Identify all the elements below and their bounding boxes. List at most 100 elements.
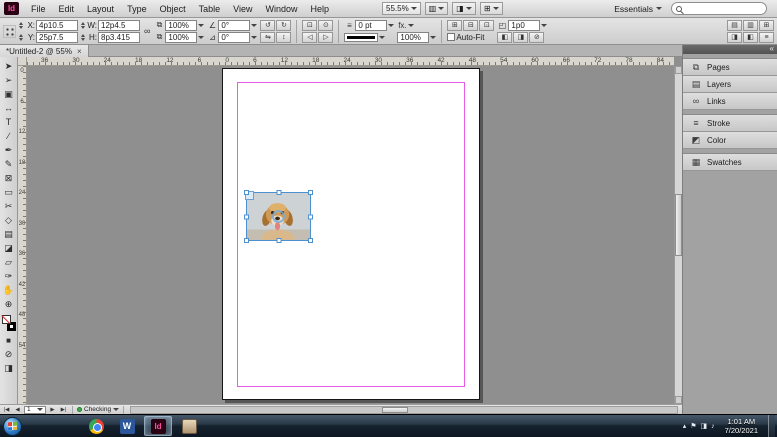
wrap-jump-button[interactable]: ⊘ — [529, 31, 545, 43]
align-panel-button[interactable]: ▤ — [727, 19, 742, 31]
reference-point-proxy[interactable] — [3, 24, 16, 38]
panel-button-color[interactable]: ◩ Color — [683, 132, 777, 149]
search-input[interactable] — [671, 2, 767, 15]
effects-fx-icon[interactable]: fx. — [397, 21, 407, 30]
menu-view[interactable]: View — [227, 2, 258, 16]
horizontal-scrollbar[interactable] — [130, 405, 678, 414]
distribute-button[interactable]: ▥ — [743, 19, 758, 31]
show-hidden-icons[interactable]: ▴ — [683, 422, 687, 430]
select-content-button[interactable]: ⊙ — [318, 19, 334, 31]
scale-y-field[interactable]: 100% — [165, 31, 198, 43]
scroll-down-arrow[interactable] — [675, 396, 682, 404]
selection-handle[interactable] — [308, 214, 313, 219]
select-next-object-button[interactable]: ▷ — [318, 31, 334, 43]
document-page[interactable] — [222, 68, 480, 400]
y-spinner[interactable] — [19, 32, 24, 43]
free-transform-tool[interactable]: ◇ — [1, 213, 17, 227]
menu-help[interactable]: Help — [304, 2, 335, 16]
wrap-none-button[interactable]: ◧ — [497, 31, 513, 43]
arrange-documents-button[interactable]: ⊞ — [479, 2, 503, 15]
chevron-down-icon[interactable] — [379, 35, 386, 42]
pasteboard[interactable] — [27, 66, 674, 404]
gradient-swatch-tool[interactable]: ▤ — [1, 227, 17, 241]
chevron-down-icon[interactable] — [251, 23, 258, 30]
object-styles-button[interactable]: ⊞ — [759, 19, 774, 31]
gap-tool[interactable]: ↔ — [1, 101, 17, 115]
chevron-down-icon[interactable] — [198, 35, 205, 42]
selection-handle[interactable] — [308, 190, 313, 195]
select-previous-object-button[interactable]: ◁ — [302, 31, 318, 43]
next-page-button[interactable]: ▶ — [48, 406, 57, 414]
wrap-bounding-box-button[interactable]: ◨ — [513, 31, 529, 43]
selection-handle[interactable] — [244, 214, 249, 219]
width-field[interactable]: 12p4.5 — [98, 19, 140, 31]
menu-window[interactable]: Window — [259, 2, 303, 16]
menu-table[interactable]: Table — [193, 2, 227, 16]
x-spinner[interactable] — [19, 20, 24, 31]
view-options-button[interactable]: ▥ — [424, 2, 449, 15]
chevron-down-icon[interactable] — [251, 35, 258, 42]
taskbar-word-icon[interactable]: W — [113, 416, 141, 436]
horizontal-scroll-thumb[interactable] — [382, 406, 409, 413]
effects-panel-button[interactable]: ◧ — [743, 31, 758, 43]
panel-button-swatches[interactable]: ▦ Swatches — [683, 154, 777, 171]
gradient-feather-tool[interactable]: ◪ — [1, 241, 17, 255]
fit-content-button[interactable]: ⊞ — [447, 19, 463, 31]
fit-frame-button[interactable]: ⊟ — [463, 19, 479, 31]
panel-button-pages[interactable]: ⧉ Pages — [683, 59, 777, 76]
control-panel-menu-button[interactable]: ≡ — [759, 31, 774, 43]
zoom-tool[interactable]: ⊕ — [1, 297, 17, 311]
hand-tool[interactable]: ✋ — [1, 283, 17, 297]
rotation-angle-field[interactable]: 0° — [218, 19, 251, 31]
center-content-button[interactable]: ⊡ — [479, 19, 495, 31]
note-tool[interactable]: ▱ — [1, 255, 17, 269]
h-spinner[interactable] — [81, 32, 86, 43]
expand-panels-button[interactable]: « — [683, 45, 777, 54]
selection-handle[interactable] — [276, 238, 281, 243]
panel-button-links[interactable]: ∞ Links — [683, 93, 777, 110]
chevron-down-icon[interactable] — [541, 23, 548, 30]
vertical-scrollbar[interactable] — [674, 66, 682, 404]
page-tool[interactable]: ▣ — [1, 87, 17, 101]
corner-radius-field[interactable]: 1p0 — [508, 19, 541, 31]
screen-mode-toggle-button[interactable]: ◨ — [1, 361, 17, 375]
preflight-status-label[interactable]: Checking — [84, 406, 111, 413]
taskbar-chrome-icon[interactable] — [82, 416, 110, 436]
volume-icon[interactable]: ♪ — [711, 423, 715, 430]
scroll-up-arrow[interactable] — [675, 66, 682, 74]
type-tool[interactable]: T — [1, 115, 17, 129]
menu-object[interactable]: Object — [154, 2, 192, 16]
flip-vertical-button[interactable]: ↕ — [276, 31, 292, 43]
selection-handle[interactable] — [244, 190, 249, 195]
fill-swatch[interactable] — [1, 315, 11, 324]
selection-handle[interactable] — [276, 190, 281, 195]
screen-mode-button[interactable]: ◨ — [452, 2, 476, 15]
first-page-button[interactable]: |◀ — [2, 406, 11, 414]
flip-horizontal-button[interactable]: ⇋ — [260, 31, 276, 43]
x-position-field[interactable]: 4p10.5 — [36, 19, 78, 31]
workspace-switcher[interactable]: Essentials — [610, 4, 666, 14]
menu-file[interactable]: File — [25, 2, 52, 16]
close-tab-icon[interactable]: × — [77, 47, 82, 56]
rotate-ccw-button[interactable]: ↺ — [260, 19, 276, 31]
stroke-style-dropdown[interactable] — [344, 32, 379, 42]
taskbar-clock[interactable]: 1:01 AM 7/20/2021 — [719, 417, 764, 435]
document-tab[interactable]: *Untitled-2 @ 55% × — [0, 45, 89, 57]
shear-angle-field[interactable]: 0° — [218, 31, 251, 43]
chevron-down-icon[interactable] — [408, 23, 415, 30]
show-desktop-button[interactable] — [768, 414, 775, 437]
menu-layout[interactable]: Layout — [81, 2, 120, 16]
action-center-icon[interactable]: ⚑ — [690, 422, 696, 430]
rectangle-frame-tool[interactable]: ⊠ — [1, 171, 17, 185]
scale-x-field[interactable]: 100% — [165, 19, 198, 31]
chevron-down-icon[interactable] — [198, 23, 205, 30]
rectangle-tool[interactable]: ▭ — [1, 185, 17, 199]
taskbar-app-icon[interactable] — [175, 416, 203, 436]
previous-page-button[interactable]: ◀ — [13, 406, 22, 414]
apply-color-button[interactable]: ■ — [1, 333, 17, 347]
height-field[interactable]: 8p3.415 — [98, 31, 140, 43]
start-button[interactable] — [3, 416, 22, 436]
selection-tool[interactable]: ➤ — [1, 59, 17, 73]
network-icon[interactable]: ◨ — [701, 422, 708, 430]
last-page-button[interactable]: ▶| — [59, 406, 68, 414]
